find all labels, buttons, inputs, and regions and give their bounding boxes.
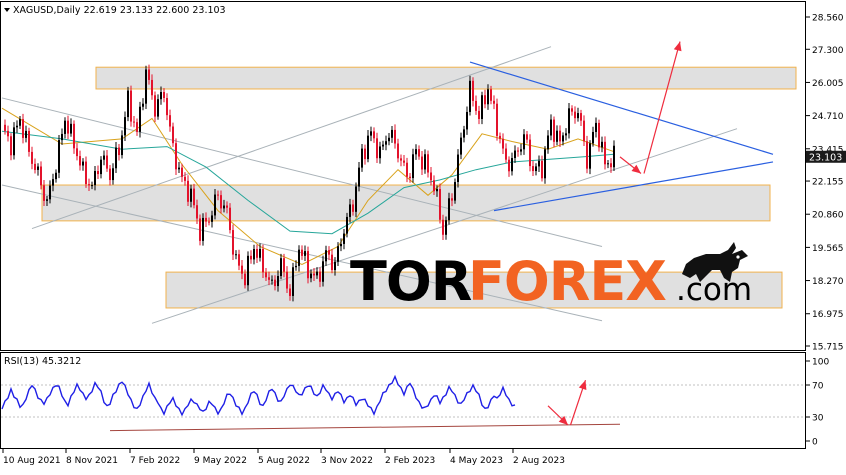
price-tick-label: 28.560 xyxy=(812,14,844,24)
time-tick-label: 10 Aug 2021 xyxy=(3,456,61,466)
time-tick-label: 9 May 2022 xyxy=(194,456,247,466)
rsi-tick-label: 30 xyxy=(812,414,824,424)
time-tick-label: 3 Nov 2022 xyxy=(321,456,373,466)
candle xyxy=(145,65,147,110)
symbol-header: XAGUSD,Daily 22.619 23.133 22.600 23.103 xyxy=(13,5,226,16)
zone-rect xyxy=(95,66,797,90)
time-tick-label: 5 Aug 2022 xyxy=(258,456,310,466)
candle xyxy=(496,98,498,141)
time-tick-label: 8 Nov 2021 xyxy=(66,456,118,466)
price-tick-label: 22.155 xyxy=(812,178,844,188)
candle xyxy=(586,135,588,174)
candle xyxy=(58,134,60,179)
rsi-tick-label: 100 xyxy=(812,358,829,368)
candle xyxy=(469,75,471,116)
time-tick-label: 4 May 2023 xyxy=(450,456,503,466)
candle xyxy=(202,213,204,246)
candle xyxy=(439,183,441,224)
candle xyxy=(130,85,132,127)
candle xyxy=(292,262,294,302)
candle xyxy=(529,134,531,172)
price-tick-label: 26.005 xyxy=(812,79,844,89)
rsi-tick-label: 70 xyxy=(812,382,824,392)
current-price-label: 23.103 xyxy=(806,150,846,163)
chart-canvas: TOR FOREX .com 28.560 27.300 26.005 24.710 2… xyxy=(0,0,846,471)
watermark-com-text: .com xyxy=(676,272,752,308)
svg-text:23.103: 23.103 xyxy=(809,152,842,163)
candle xyxy=(199,214,201,246)
chart-window: TOR FOREX .com 28.560 27.300 26.005 24.710 2… xyxy=(0,0,846,471)
candle xyxy=(598,119,600,152)
candle xyxy=(247,251,249,291)
candle xyxy=(13,122,15,160)
price-tick-label: 19.565 xyxy=(812,244,844,254)
candle xyxy=(127,86,129,122)
candle xyxy=(454,178,456,204)
watermark-tor-text: TOR xyxy=(350,250,472,313)
candle xyxy=(544,146,546,184)
time-tick-label: 2 Feb 2023 xyxy=(385,456,435,466)
price-tick-label: 16.975 xyxy=(812,310,844,320)
time-tick-label: 2 Aug 2023 xyxy=(513,456,565,466)
price-tick-label: 20.860 xyxy=(812,211,844,221)
time-tick-label: 7 Feb 2022 xyxy=(130,456,180,466)
candle xyxy=(307,246,309,284)
candle xyxy=(568,103,570,139)
price-tick-label: 15.715 xyxy=(812,343,844,353)
price-tick-label: 18.270 xyxy=(812,277,844,287)
candle xyxy=(457,149,459,188)
zone-rect xyxy=(41,184,771,222)
rsi-tick-label: 0 xyxy=(812,438,818,448)
price-tick-label: 24.710 xyxy=(812,112,844,122)
rsi-header: RSI(13) 45.3212 xyxy=(4,356,81,367)
price-tick-label: 27.300 xyxy=(812,46,844,56)
watermark-forex-text: FOREX xyxy=(468,250,666,313)
